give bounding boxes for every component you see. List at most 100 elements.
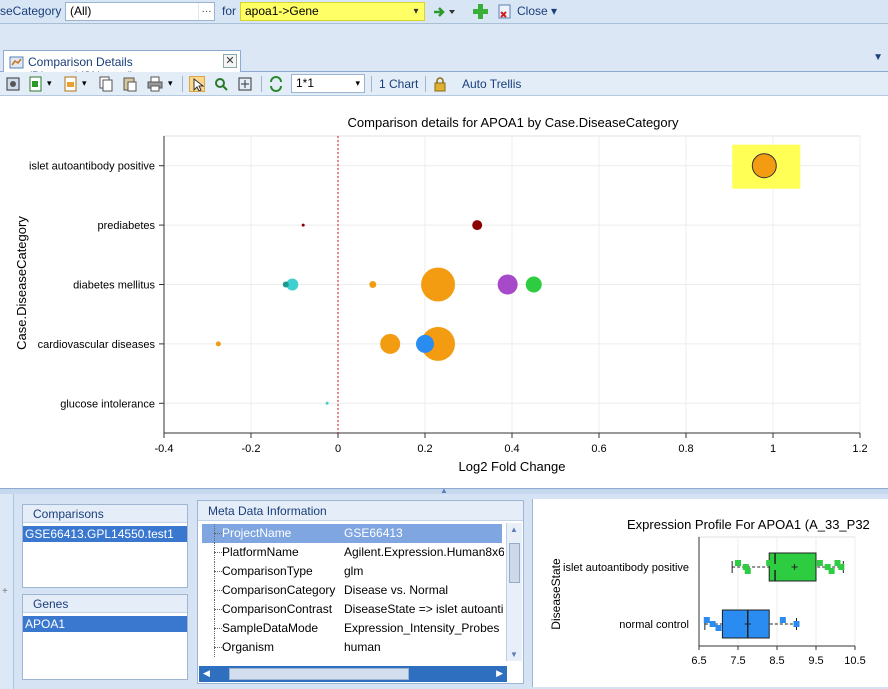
metadata-panel: Meta Data Information ProjectName GSE6641…: [197, 500, 524, 684]
plus-icon[interactable]: +: [2, 586, 8, 597]
chevron-left-icon[interactable]: ◀: [203, 668, 210, 679]
data-point: [497, 274, 518, 295]
scroll-thumb[interactable]: [509, 543, 520, 583]
x-tick-label: 1: [770, 443, 776, 455]
metadata-key: PlatformName: [222, 545, 299, 559]
category-label: seCategory: [0, 4, 62, 18]
fit-view-icon[interactable]: [237, 76, 253, 92]
chevron-down-icon[interactable]: ▾: [47, 78, 52, 89]
comparison-chart[interactable]: glucose intolerance cardiovascular diseas…: [0, 96, 888, 488]
metadata-key: ComparisonType: [222, 564, 313, 578]
sample-point: [816, 560, 823, 566]
x-tick-label: 0.6: [591, 443, 606, 455]
data-point: [380, 333, 401, 354]
zoom-icon[interactable]: [213, 76, 229, 92]
toolbar-separator: [425, 76, 426, 92]
data-point: [325, 401, 329, 405]
list-item[interactable]: APOA1: [23, 616, 187, 632]
chevron-down-icon[interactable]: ▾: [355, 75, 360, 92]
chevron-down-icon[interactable]: ▾: [82, 78, 87, 89]
add-button[interactable]: [472, 3, 490, 21]
metadata-row[interactable]: ComparisonContrast DiseaseState => islet …: [202, 600, 504, 619]
metadata-key: SampleDataMode: [222, 621, 319, 635]
export-image-icon[interactable]: [63, 76, 79, 92]
x-tick-label: -0.2: [242, 443, 261, 455]
comparisons-panel: Comparisons GSE66413.GPL14550.test1: [22, 504, 188, 588]
close-doc-icon[interactable]: [497, 3, 513, 21]
metadata-row[interactable]: ProjectName GSE66413: [202, 524, 502, 543]
print-icon[interactable]: [147, 76, 163, 92]
data-point: [301, 223, 305, 227]
sample-point: [772, 564, 779, 570]
left-collapse-tab[interactable]: +: [0, 494, 14, 689]
scroll-thumb[interactable]: [229, 668, 409, 680]
horizontal-scrollbar[interactable]: ◀ ▶: [199, 666, 507, 682]
metadata-row[interactable]: ComparisonCategory Disease vs. Normal: [202, 581, 502, 600]
toolbar-separator: [371, 76, 372, 92]
metadata-row[interactable]: SampleDataMode Expression_Intensity_Probe…: [202, 619, 502, 638]
y-tick-label: diabetes mellitus: [73, 280, 155, 292]
data-point: [525, 276, 542, 293]
chart-count-button[interactable]: 1 Chart: [379, 77, 418, 91]
sample-point: [793, 621, 800, 627]
y-tick-labels: glucose intolerance cardiovascular diseas…: [29, 161, 155, 411]
go-arrow-button[interactable]: [431, 3, 457, 21]
excel-export-icon[interactable]: [28, 76, 44, 92]
chevron-up-icon[interactable]: ▲: [510, 525, 518, 534]
list-item[interactable]: GSE66413.GPL14550.test1: [23, 526, 187, 542]
metadata-value: DiseaseState => islet autoantibo: [344, 602, 504, 616]
category-combo-value: (All): [70, 4, 92, 18]
data-point: [369, 281, 377, 288]
profile-x-tick-label: 9.5: [808, 655, 823, 667]
genes-panel: Genes APOA1: [22, 594, 188, 680]
layout-combo[interactable]: 1*1 ▾: [291, 74, 365, 93]
layout-combo-value: 1*1: [296, 76, 315, 90]
paste-icon[interactable]: [122, 76, 138, 92]
profile-title: Expression Profile For APOA1 (A_33_P32: [627, 517, 870, 532]
chevron-down-icon: [449, 10, 455, 14]
metadata-value: Disease vs. Normal: [344, 583, 449, 597]
y-tick-label: islet autoantibody positive: [29, 161, 155, 173]
expression-profile-chart[interactable]: Expression Profile For APOA1 (A_33_P32 D…: [533, 499, 888, 687]
metadata-key: ComparisonContrast: [222, 602, 333, 616]
chevron-down-icon[interactable]: ▾: [168, 78, 173, 89]
ellipsis-icon[interactable]: ···: [198, 3, 214, 20]
sample-point: [779, 617, 786, 623]
profile-y-axis-label: DiseaseState: [549, 558, 563, 630]
chevron-down-icon[interactable]: ▼: [510, 650, 518, 659]
tab-strip: Comparison Details (DiseaseVSNormal) ✕ ▼: [0, 46, 888, 83]
chevron-right-icon[interactable]: ▶: [496, 668, 503, 679]
metadata-row[interactable]: PlatformName Agilent.Expression.Human8x60…: [202, 543, 504, 562]
copy-icon[interactable]: [98, 76, 114, 92]
x-tick-label: 0: [335, 443, 341, 455]
metadata-row[interactable]: Organism human: [202, 638, 502, 657]
chart-tab-icon: [9, 56, 24, 69]
category-combo[interactable]: (All) ···: [65, 2, 215, 21]
chevron-down-icon[interactable]: ▼: [873, 52, 883, 63]
for-label: for: [222, 4, 237, 18]
chevron-down-icon[interactable]: ▾: [408, 3, 424, 20]
x-tick-label: 0.8: [678, 443, 693, 455]
refresh-icon[interactable]: [268, 76, 284, 92]
header-spacer: [0, 24, 888, 46]
metadata-key: ProjectName: [222, 526, 292, 540]
profile-category-label: normal control: [619, 619, 689, 631]
vertical-scrollbar[interactable]: ▲ ▼: [506, 523, 522, 661]
gene-combo[interactable]: apoa1->Gene ▾: [240, 2, 425, 21]
data-point: [215, 341, 221, 347]
auto-trellis-button[interactable]: Auto Trellis: [462, 77, 521, 91]
sample-point: [703, 617, 710, 623]
data-point: [421, 267, 456, 302]
pointer-icon[interactable]: [189, 76, 205, 92]
profile-x-tick-label: 7.5: [730, 655, 745, 667]
sample-point: [715, 625, 722, 631]
close-button[interactable]: Close ▾: [517, 4, 557, 18]
lock-icon[interactable]: [432, 76, 448, 92]
close-icon[interactable]: ✕: [223, 54, 237, 68]
chart-settings-icon[interactable]: [5, 76, 21, 92]
profile-x-tick-label: 10.5: [844, 655, 865, 667]
data-point: [416, 334, 434, 353]
metadata-row[interactable]: ComparisonType glm: [202, 562, 502, 581]
tab-comparison-details[interactable]: Comparison Details (DiseaseVSNormal) ✕: [3, 50, 241, 83]
sample-point: [709, 621, 716, 627]
